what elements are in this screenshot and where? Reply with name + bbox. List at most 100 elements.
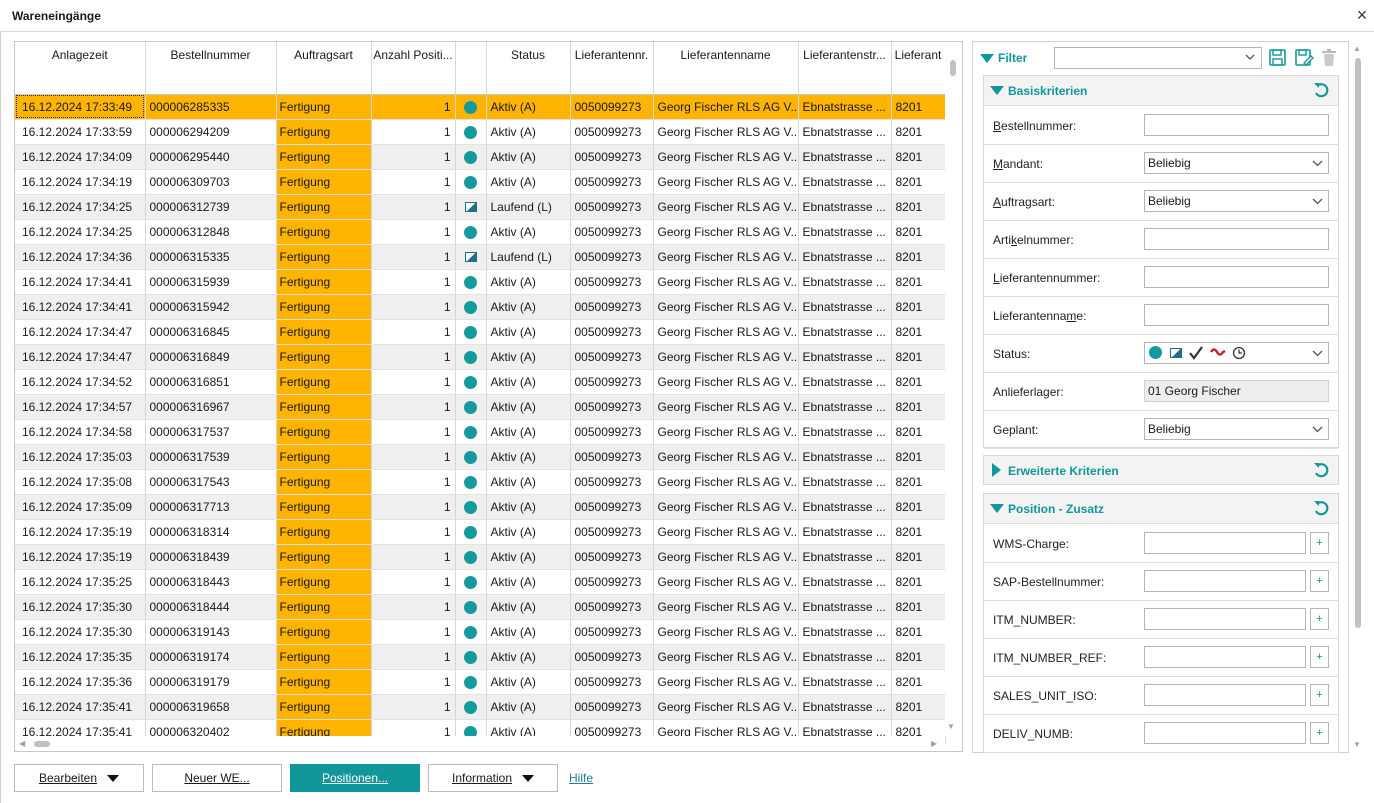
- table-row[interactable]: 16.12.2024 17:33:59 000006294209 Fertigung…: [15, 119, 946, 145]
- table-row[interactable]: 16.12.2024 17:34:36 000006315335 Fertigung…: [15, 244, 946, 270]
- table-row[interactable]: 16.12.2024 17:34:57 000006316967 Fertigung…: [15, 394, 946, 420]
- frame-border: [0, 32, 1, 803]
- status-filter-select[interactable]: [1144, 342, 1329, 364]
- filter-select[interactable]: Beliebig: [1144, 152, 1329, 174]
- table-row[interactable]: 16.12.2024 17:34:41 000006315939 Fertigung…: [15, 269, 946, 295]
- filter-collapse-icon[interactable]: [980, 54, 994, 63]
- scroll-right-arrow-icon[interactable]: ▶: [931, 739, 937, 749]
- column-header-lieferantenstrasse[interactable]: Lieferantenstr...: [798, 42, 892, 95]
- filter-select[interactable]: Beliebig: [1144, 418, 1329, 440]
- cell-bestellnummer: 000006294209: [145, 119, 277, 145]
- table-row[interactable]: 16.12.2024 17:35:35 000006319174 Fertigung…: [15, 644, 946, 670]
- table-row[interactable]: 16.12.2024 17:34:58 000006317537 Fertigung…: [15, 419, 946, 445]
- new-receipt-button[interactable]: Neuer WE...: [152, 764, 282, 792]
- filter-input[interactable]: [1144, 608, 1306, 630]
- save-as-icon[interactable]: [1294, 48, 1314, 67]
- column-header-status[interactable]: Status: [486, 42, 571, 95]
- help-link[interactable]: Hilfe: [569, 771, 593, 785]
- filter-scroll-thumb[interactable]: [1355, 58, 1361, 628]
- table-row[interactable]: 16.12.2024 17:33:49 000006285335 Fertigung…: [15, 94, 946, 120]
- filter-input[interactable]: [1144, 228, 1329, 250]
- filter-input[interactable]: [1144, 646, 1306, 668]
- filter-input[interactable]: [1144, 532, 1306, 554]
- table-row[interactable]: 16.12.2024 17:35:30 000006318444 Fertigung…: [15, 594, 946, 620]
- column-header-status-icon[interactable]: [455, 42, 487, 95]
- cell-anzahl: 1: [371, 694, 456, 720]
- table-row[interactable]: 16.12.2024 17:35:19 000006318439 Fertigung…: [15, 544, 946, 570]
- filter-preset-select[interactable]: [1054, 47, 1262, 69]
- table-row[interactable]: 16.12.2024 17:34:41 000006315942 Fertigung…: [15, 294, 946, 320]
- table-vertical-scroll-thumb[interactable]: [950, 60, 956, 76]
- reset-icon[interactable]: [1312, 499, 1330, 517]
- cell-lieferant: 8201: [891, 644, 946, 670]
- column-header-auftragsart[interactable]: Auftragsart: [276, 42, 372, 95]
- extended-expand-icon[interactable]: [992, 463, 1001, 477]
- add-value-button[interactable]: +: [1310, 570, 1329, 592]
- add-value-button[interactable]: +: [1310, 646, 1329, 668]
- cell-lieferantenstrasse: Ebnatstrasse ...: [798, 694, 892, 720]
- column-header-anzahl-positionen[interactable]: Anzahl Positi...: [371, 42, 456, 95]
- table-vertical-scrollbar[interactable]: [945, 42, 960, 736]
- delete-icon[interactable]: [1321, 48, 1337, 67]
- position-extra-header[interactable]: Position - Zusatz: [984, 494, 1338, 524]
- information-button[interactable]: Information: [428, 764, 558, 792]
- cell-status: Aktiv (A): [486, 119, 571, 145]
- column-header-lieferantenname[interactable]: Lieferantenname: [653, 42, 799, 95]
- filter-input[interactable]: [1144, 266, 1329, 288]
- position-collapse-icon[interactable]: [990, 504, 1004, 513]
- table-row[interactable]: 16.12.2024 17:35:41 000006319658 Fertigung…: [15, 694, 946, 720]
- table-row[interactable]: 16.12.2024 17:34:47 000006316845 Fertigung…: [15, 319, 946, 345]
- table-row[interactable]: 16.12.2024 17:35:36 000006319179 Fertigung…: [15, 669, 946, 695]
- reset-icon[interactable]: [1312, 461, 1330, 479]
- edit-button[interactable]: Bearbeiten: [14, 764, 144, 792]
- column-header-lieferant[interactable]: Lieferant: [891, 42, 946, 95]
- table-row[interactable]: 16.12.2024 17:34:19 000006309703 Fertigung…: [15, 169, 946, 195]
- cell-lieferantenname: Georg Fischer RLS AG V...: [653, 369, 799, 395]
- cell-lieferantenstrasse: Ebnatstrasse ...: [798, 319, 892, 345]
- table-row[interactable]: 16.12.2024 17:34:25 000006312739 Fertigung…: [15, 194, 946, 220]
- filter-input[interactable]: [1144, 722, 1306, 744]
- cell-anlagezeit: 16.12.2024 17:34:25: [15, 219, 146, 245]
- cell-lieferantennr: 0050099273: [570, 694, 654, 720]
- table-row[interactable]: 16.12.2024 17:35:30 000006319143 Fertigung…: [15, 619, 946, 645]
- filter-select[interactable]: Beliebig: [1144, 190, 1329, 212]
- table-row[interactable]: 16.12.2024 17:34:52 000006316851 Fertigung…: [15, 369, 946, 395]
- filter-input[interactable]: [1144, 684, 1306, 706]
- basis-criteria-header[interactable]: Basiskriterien: [984, 76, 1338, 106]
- filter-input[interactable]: [1144, 304, 1329, 326]
- table-row[interactable]: 16.12.2024 17:34:47 000006316849 Fertigung…: [15, 344, 946, 370]
- cell-lieferantenstrasse: Ebnatstrasse ...: [798, 619, 892, 645]
- table-horizontal-scrollbar[interactable]: [15, 736, 945, 751]
- table-horizontal-scroll-thumb[interactable]: [34, 741, 50, 747]
- column-header-anlagezeit[interactable]: Anlagezeit: [15, 42, 146, 95]
- reset-icon[interactable]: [1312, 81, 1330, 99]
- column-header-lieferantennr[interactable]: Lieferantennr.: [570, 42, 654, 95]
- table-row[interactable]: 16.12.2024 17:35:25 000006318443 Fertigung…: [15, 569, 946, 595]
- table-row[interactable]: 16.12.2024 17:34:25 000006312848 Fertigung…: [15, 219, 946, 245]
- table-row[interactable]: 16.12.2024 17:35:03 000006317539 Fertigung…: [15, 444, 946, 470]
- extended-criteria-header[interactable]: Erweiterte Kriterien: [984, 456, 1338, 484]
- basis-collapse-icon[interactable]: [990, 86, 1004, 95]
- table-row[interactable]: 16.12.2024 17:34:09 000006295440 Fertigung…: [15, 144, 946, 170]
- table-row[interactable]: 16.12.2024 17:35:19 000006318314 Fertigung…: [15, 519, 946, 545]
- close-icon[interactable]: ×: [1352, 5, 1372, 25]
- cell-auftragsart: Fertigung: [276, 219, 372, 245]
- add-value-button[interactable]: +: [1310, 684, 1329, 706]
- cell-anzahl: 1: [371, 319, 456, 345]
- scroll-left-arrow-icon[interactable]: ◀: [19, 739, 25, 749]
- scroll-down-arrow-icon[interactable]: ▼: [1353, 740, 1361, 750]
- add-value-button[interactable]: +: [1310, 722, 1329, 744]
- cell-bestellnummer: 000006315942: [145, 294, 277, 320]
- positions-button[interactable]: Positionen...: [290, 764, 420, 792]
- save-icon[interactable]: [1268, 48, 1287, 67]
- add-value-button[interactable]: +: [1310, 532, 1329, 554]
- add-value-button[interactable]: +: [1310, 608, 1329, 630]
- filter-input[interactable]: [1144, 570, 1306, 592]
- table-row[interactable]: 16.12.2024 17:35:09 000006317713 Fertigung…: [15, 494, 946, 520]
- scroll-up-arrow-icon[interactable]: ▲: [1353, 44, 1361, 54]
- scroll-down-arrow-icon[interactable]: ▼: [947, 722, 955, 732]
- filter-input[interactable]: [1144, 114, 1329, 136]
- cell-lieferantenstrasse: Ebnatstrasse ...: [798, 519, 892, 545]
- column-header-bestellnummer[interactable]: Bestellnummer: [145, 42, 277, 95]
- table-row[interactable]: 16.12.2024 17:35:08 000006317543 Fertigung…: [15, 469, 946, 495]
